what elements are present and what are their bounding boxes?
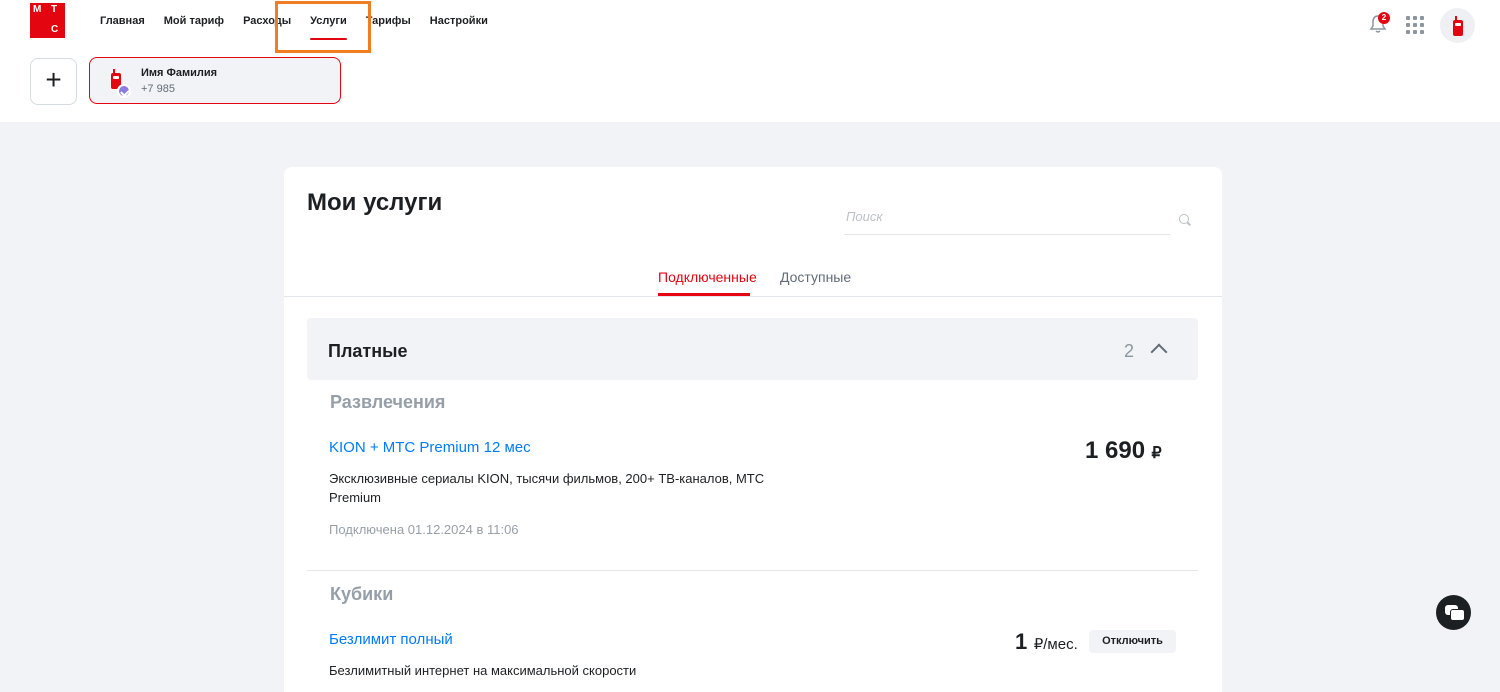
group-title: Платные (328, 341, 408, 361)
add-account-button[interactable]: + (30, 58, 77, 105)
search-icon[interactable] (1179, 214, 1189, 224)
grid-icon[interactable] (1406, 16, 1424, 34)
profile-avatar[interactable] (1440, 8, 1475, 43)
tab-available[interactable]: Доступные (780, 269, 851, 285)
price-value: 1 (1015, 629, 1028, 654)
highlight-annotation (275, 1, 371, 53)
category-title: Кубики (330, 584, 394, 604)
nav-item-home[interactable]: Главная (100, 14, 145, 28)
services-tabs: Подключенные Доступные (284, 265, 1222, 297)
divider (307, 570, 1198, 571)
top-header: М Т С Главная Мой тариф Расходы Услуги Т… (0, 0, 1500, 122)
logo-letter: С (51, 24, 59, 35)
search-input[interactable] (846, 209, 1146, 224)
group-count: 2 (1124, 341, 1135, 361)
price-value: 1 690 (1085, 437, 1146, 464)
disable-service-button[interactable]: Отключить (1089, 630, 1176, 653)
services-panel: Мои услуги Подключенные Доступные Платны… (284, 167, 1222, 692)
service-price: 1 690 ₽ (1085, 437, 1162, 465)
account-phone: +7 985 (141, 83, 175, 95)
price-currency: ₽ (1151, 445, 1162, 462)
category-title: Развлечения (330, 392, 446, 412)
account-card[interactable]: Имя Фамилия +7 985 (89, 57, 341, 104)
service-description: Безлимитный интернет на максимальной ско… (329, 663, 637, 678)
account-name: Имя Фамилия (141, 67, 218, 79)
chat-icon[interactable] (1436, 595, 1471, 630)
paid-group-header[interactable]: Платные 2 (307, 318, 1198, 380)
phone-icon (1453, 16, 1463, 36)
search-field[interactable] (844, 205, 1170, 235)
service-connected-date: Подключена 01.12.2024 в 11:06 (329, 522, 519, 537)
nav-item-tariffs[interactable]: Тарифы (366, 14, 411, 28)
mts-logo[interactable]: М Т С (30, 3, 65, 38)
service-price: 1 ₽/мес. (1015, 629, 1078, 655)
service-link[interactable]: KION + МТС Premium 12 мес (329, 439, 531, 456)
logo-letter: М (33, 4, 42, 15)
nav-item-my-tariff[interactable]: Мой тариф (164, 14, 224, 28)
tab-connected[interactable]: Подключенные (658, 269, 757, 285)
service-link[interactable]: Безлимит полный (329, 631, 453, 648)
service-description: Эксклюзивные сериалы KION, тысячи фильмо… (329, 471, 765, 505)
active-tab-indicator (658, 293, 750, 296)
price-currency: ₽/мес. (1033, 636, 1078, 653)
nav-item-settings[interactable]: Настройки (430, 14, 488, 28)
logo-letter: Т (51, 4, 58, 15)
page-title: Мои услуги (307, 189, 443, 216)
notification-badge: 2 (1378, 12, 1390, 24)
chevron-up-icon[interactable] (1150, 343, 1168, 361)
check-badge-icon (117, 84, 131, 98)
